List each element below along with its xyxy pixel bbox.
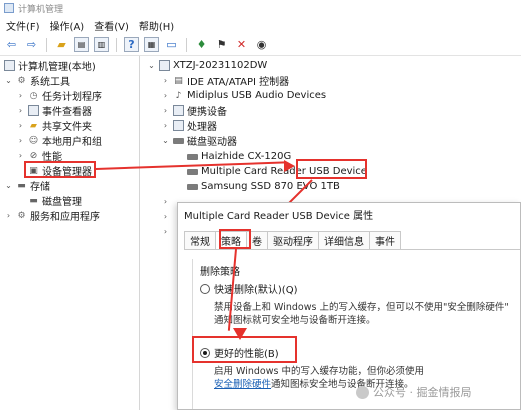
chevron-right-icon[interactable]: ›	[16, 121, 25, 130]
services-icon: ⚙	[17, 210, 26, 221]
chevron-down-icon[interactable]: ⌄	[4, 76, 13, 85]
chevron-down-icon[interactable]: ⌄	[4, 181, 13, 190]
disk-icon: ▬	[29, 195, 38, 206]
performance-icon: ⊘	[29, 150, 38, 161]
download-icon[interactable]: ◉	[254, 37, 269, 52]
console-tree: 计算机管理(本地) ⌄ ⚙ 系统工具 › ◷ 任务计划程序 › 事件查看器 › …	[0, 56, 140, 410]
chevron-right-icon[interactable]: ›	[4, 211, 13, 220]
toolbar-separator	[186, 37, 187, 52]
tree-task-scheduler[interactable]: › ◷ 任务计划程序	[16, 88, 102, 104]
device-midiplus[interactable]: › ♪ Midiplus USB Audio Devices	[161, 88, 326, 103]
console-icon[interactable]: ▦	[144, 37, 159, 52]
tree-services[interactable]: › ⚙ 服务和应用程序	[4, 208, 100, 224]
drive-icon	[187, 181, 198, 192]
chevron-right-icon[interactable]: ›	[161, 106, 170, 115]
chevron-right-icon[interactable]: ›	[16, 91, 25, 100]
drive-icon	[187, 151, 198, 162]
plug-icon[interactable]: ♦	[194, 37, 209, 52]
up-folder-icon[interactable]: ▰	[54, 37, 69, 52]
device-computer[interactable]: ⌄ XTZJ-20231102DW	[147, 58, 267, 73]
tools-icon: ⚙	[17, 75, 26, 86]
tree-system-tools[interactable]: ⌄ ⚙ 系统工具	[4, 73, 70, 89]
clock-icon: ◷	[29, 90, 38, 101]
computer-management-icon	[4, 3, 14, 13]
audio-icon: ♪	[175, 90, 182, 101]
monitor-icon[interactable]: ▭	[164, 37, 179, 52]
menu-file[interactable]: 文件(F)	[6, 18, 40, 33]
tree-storage[interactable]: ⌄ ▬ 存储	[4, 178, 50, 194]
device-samsung[interactable]: Samsung SSD 870 EVO 1TB	[187, 179, 340, 194]
chevron-right-icon[interactable]: ›	[161, 197, 170, 206]
device-ide[interactable]: › ▤ IDE ATA/ATAPI 控制器	[161, 73, 289, 89]
safely-remove-hardware-link[interactable]: 安全删除硬件	[214, 379, 271, 390]
chevron-right-icon[interactable]: ›	[16, 106, 25, 115]
shared-folder-icon: ▰	[30, 120, 37, 131]
processor-icon	[173, 120, 184, 131]
menu-help[interactable]: 帮助(H)	[139, 18, 174, 33]
chevron-right-icon[interactable]: ›	[161, 121, 170, 130]
device-collapsed-2[interactable]: ›	[161, 209, 170, 224]
annotation-box-better-performance	[192, 336, 297, 363]
title-bar: 计算机管理	[0, 0, 521, 16]
device-collapsed-3[interactable]: ›	[161, 224, 170, 239]
tree-shared-folders[interactable]: › ▰ 共享文件夹	[16, 118, 92, 134]
chevron-right-icon[interactable]: ›	[161, 212, 170, 221]
chevron-right-icon[interactable]: ›	[16, 151, 25, 160]
storage-icon: ▬	[17, 180, 26, 191]
tab-events[interactable]: 事件	[369, 231, 401, 249]
tree-event-viewer[interactable]: › 事件查看器	[16, 103, 92, 118]
uninstall-icon[interactable]: ✕	[234, 37, 249, 52]
event-log-icon	[28, 105, 39, 116]
properties-icon[interactable]: ▥	[94, 37, 109, 52]
watermark: 公众号 · 掘金情报局	[356, 384, 472, 400]
annotation-box-usb-device	[296, 159, 367, 179]
computer-icon	[159, 60, 170, 71]
device-disk-drives[interactable]: ⌄ 磁盘驱动器	[161, 133, 237, 148]
chevron-right-icon[interactable]: ›	[161, 76, 170, 85]
users-icon: ☺	[28, 135, 39, 146]
computer-icon	[4, 60, 15, 71]
chevron-down-icon[interactable]: ⌄	[161, 136, 170, 145]
tab-details[interactable]: 详细信息	[318, 231, 370, 249]
group-border	[192, 259, 193, 409]
quick-removal-radio[interactable]: 快速删除(默认)(Q)	[200, 281, 297, 296]
disable-icon[interactable]: ⚑	[214, 37, 229, 52]
tree-view-icon[interactable]: ▤	[74, 37, 89, 52]
drive-icon	[187, 166, 198, 177]
chevron-right-icon[interactable]: ›	[161, 91, 170, 100]
disk-drive-icon	[173, 135, 184, 146]
device-portable[interactable]: › 便携设备	[161, 103, 227, 118]
device-collapsed-1[interactable]: ›	[161, 194, 170, 209]
ide-controller-icon: ▤	[174, 75, 183, 86]
quick-removal-description: 禁用设备上和 Windows 上的写入缓存，但可以不使用"安全删除硬件" 通知图…	[214, 302, 509, 326]
tree-root[interactable]: 计算机管理(本地)	[4, 58, 96, 73]
chevron-down-icon[interactable]: ⌄	[147, 61, 156, 70]
annotation-arrowhead	[284, 160, 295, 172]
wechat-icon	[356, 385, 369, 399]
forward-arrow-icon[interactable]: ⇨	[24, 37, 39, 52]
tab-driver[interactable]: 驱动程序	[267, 231, 319, 249]
back-arrow-icon[interactable]: ⇦	[4, 37, 19, 52]
device-processor[interactable]: › 处理器	[161, 118, 217, 133]
toolbar-separator	[46, 37, 47, 52]
menu-action[interactable]: 操作(A)	[50, 18, 85, 33]
menu-bar: 文件(F) 操作(A) 查看(V) 帮助(H)	[0, 16, 521, 34]
dialog-title: Multiple Card Reader USB Device 属性	[184, 211, 374, 222]
tree-local-users[interactable]: › ☺ 本地用户和组	[16, 133, 102, 149]
dialog-tabs: 常规 策略 卷 驱动程序 详细信息 事件	[184, 231, 401, 249]
help-icon[interactable]: ?	[124, 37, 139, 52]
toolbar-separator	[116, 37, 117, 52]
toolbar: ⇦ ⇨ ▰ ▤ ▥ ? ▦ ▭ ♦ ⚑ ✕ ◉	[0, 34, 521, 56]
annotation-box-device-manager	[24, 161, 96, 178]
window-title: 计算机管理	[18, 4, 64, 15]
portable-device-icon	[173, 105, 184, 116]
chevron-right-icon[interactable]: ›	[161, 227, 170, 236]
tab-general[interactable]: 常规	[184, 231, 216, 249]
radio-unchecked[interactable]	[200, 283, 210, 294]
chevron-right-icon[interactable]: ›	[16, 136, 25, 145]
menu-view[interactable]: 查看(V)	[94, 18, 129, 33]
tree-disk-management[interactable]: ▬ 磁盘管理	[28, 193, 82, 209]
annotation-box-policies-tab	[219, 229, 251, 249]
